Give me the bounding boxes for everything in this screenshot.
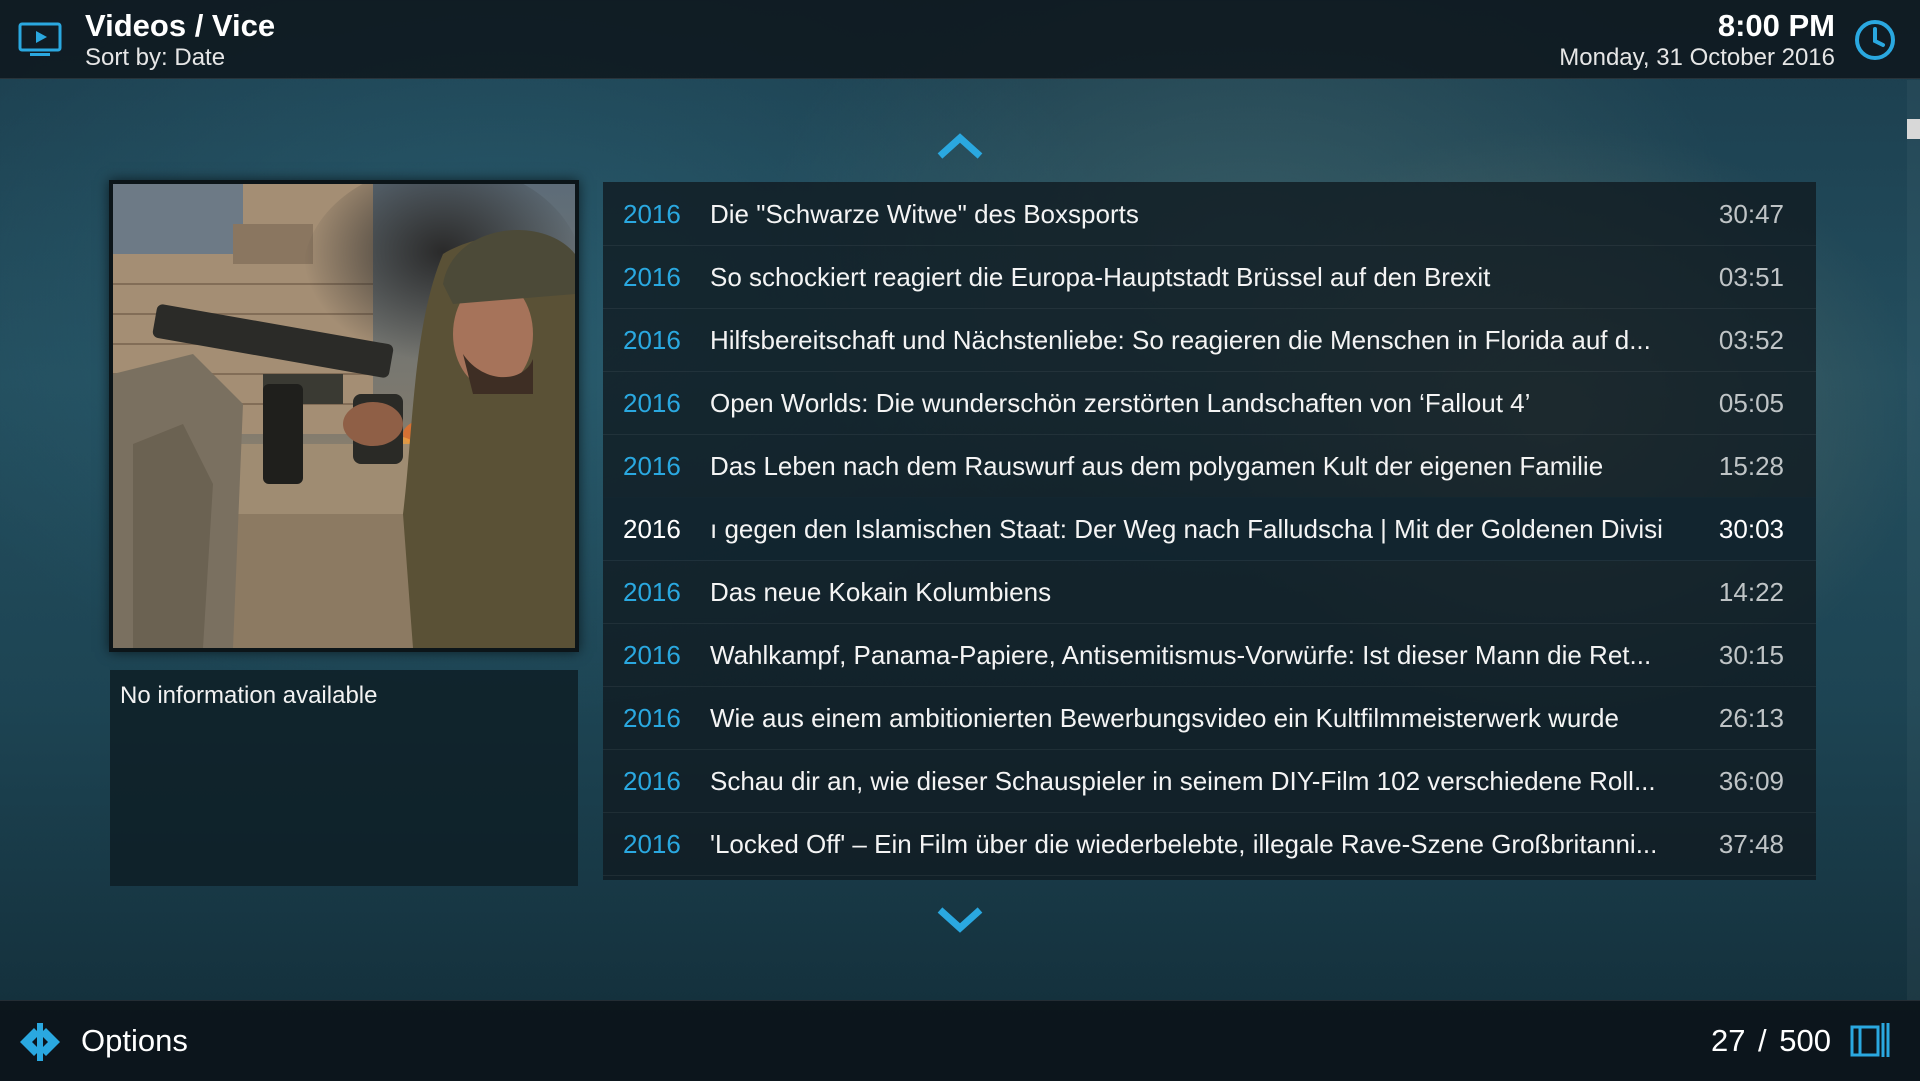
- item-year: 2016: [623, 577, 681, 607]
- item-duration: 37:48: [1718, 829, 1784, 859]
- thumbnail-frame: [109, 180, 579, 652]
- plot-panel: No information available: [110, 670, 578, 886]
- list-view-icon: [1850, 1023, 1890, 1057]
- list-item[interactable]: 2016 Das Leben nach dem Rauswurf aus dem…: [603, 434, 1816, 498]
- video-list[interactable]: 2016 Die "Schwarze Witwe" des Boxsports …: [603, 182, 1816, 880]
- item-duration: 26:13: [1718, 703, 1784, 733]
- options-icon[interactable]: [18, 1021, 62, 1063]
- header-bar: Videos / Vice Sort by: Date 8:00 PM Mond…: [0, 0, 1920, 79]
- item-year: 2016: [623, 199, 681, 229]
- page-title: Videos / Vice: [85, 8, 276, 43]
- list-item[interactable]: 2016 'Locked Off' – Ein Film über die wi…: [603, 812, 1816, 876]
- list-item[interactable]: 2016 Wahlkampf, Panama-Papiere, Antisemi…: [603, 623, 1816, 687]
- item-duration: 14:22: [1718, 577, 1784, 607]
- list-item[interactable]: 2016 So schockiert reagiert die Europa-H…: [603, 245, 1816, 309]
- item-title: 'Locked Off' – Ein Film über die wiederb…: [710, 829, 1658, 859]
- list-item[interactable]: 2016 Das neue Kokain Kolumbiens 14:22: [603, 560, 1816, 624]
- item-title: Wie aus einem ambitionierten Bewerbungsv…: [710, 703, 1619, 733]
- item-title: Wahlkampf, Panama-Papiere, Antisemitismu…: [710, 640, 1652, 670]
- item-duration: 03:52: [1718, 325, 1784, 355]
- list-item[interactable]: 2016 Hilfsbereitschaft und Nächstenliebe…: [603, 308, 1816, 372]
- tv-icon: [18, 22, 62, 56]
- options-button[interactable]: Options: [81, 1023, 188, 1059]
- clock-date: Monday, 31 October 2016: [1559, 44, 1835, 71]
- item-duration: 15:28: [1718, 451, 1784, 481]
- item-duration: 30:03: [1718, 514, 1784, 544]
- list-item[interactable]: 2016 Schau dir an, wie dieser Schauspiel…: [603, 749, 1816, 813]
- footer-bar: Options 27 / 500: [0, 1000, 1920, 1081]
- item-year: 2016: [623, 325, 681, 355]
- item-year: 2016: [623, 388, 681, 418]
- list-item[interactable]: 2016 Wie aus einem ambitionierten Bewerb…: [603, 686, 1816, 750]
- video-thumbnail-image: [113, 184, 575, 648]
- item-counter: 27 / 500: [1710, 1023, 1831, 1058]
- sort-label: Sort by: Date: [85, 44, 226, 71]
- scroll-down-arrow-icon[interactable]: [936, 906, 984, 934]
- plot-text: No information available: [120, 682, 378, 709]
- list-item[interactable]: 2016 Die "Schwarze Witwe" des Boxsports …: [603, 182, 1816, 246]
- item-year: 2016: [623, 451, 681, 481]
- item-duration: 30:47: [1718, 199, 1784, 229]
- item-duration: 36:09: [1718, 766, 1784, 796]
- item-title: Das Leben nach dem Rauswurf aus dem poly…: [710, 451, 1604, 481]
- item-title: Open Worlds: Die wunderschön zerstörten …: [710, 388, 1531, 418]
- item-title: Schau dir an, wie dieser Schauspieler in…: [710, 766, 1656, 796]
- item-year: 2016: [623, 766, 681, 796]
- scrollbar-thumb[interactable]: [1907, 119, 1920, 139]
- item-year: 2016: [623, 514, 681, 544]
- list-item-focused[interactable]: 2016 ı gegen den Islamischen Staat: Der …: [603, 497, 1816, 561]
- clock-time: 8:00 PM: [1717, 8, 1835, 43]
- item-duration: 03:51: [1718, 262, 1784, 292]
- scrollbar[interactable]: [1907, 80, 1920, 1000]
- item-title: Die "Schwarze Witwe" des Boxsports: [710, 199, 1139, 229]
- item-year: 2016: [623, 829, 681, 859]
- clock-icon: [1855, 20, 1895, 60]
- list-item[interactable]: 2016 Open Worlds: Die wunderschön zerstö…: [603, 371, 1816, 435]
- item-duration: 05:05: [1718, 388, 1784, 418]
- scroll-up-arrow-icon[interactable]: [936, 132, 984, 160]
- item-year: 2016: [623, 640, 681, 670]
- item-title: Hilfsbereitschaft und Nächstenliebe: So …: [710, 325, 1651, 355]
- item-year: 2016: [623, 703, 681, 733]
- item-year: 2016: [623, 262, 681, 292]
- item-title: So schockiert reagiert die Europa-Haupts…: [710, 262, 1491, 292]
- item-title: ı gegen den Islamischen Staat: Der Weg n…: [710, 514, 1663, 544]
- item-title: Das neue Kokain Kolumbiens: [710, 577, 1052, 607]
- item-duration: 30:15: [1718, 640, 1784, 670]
